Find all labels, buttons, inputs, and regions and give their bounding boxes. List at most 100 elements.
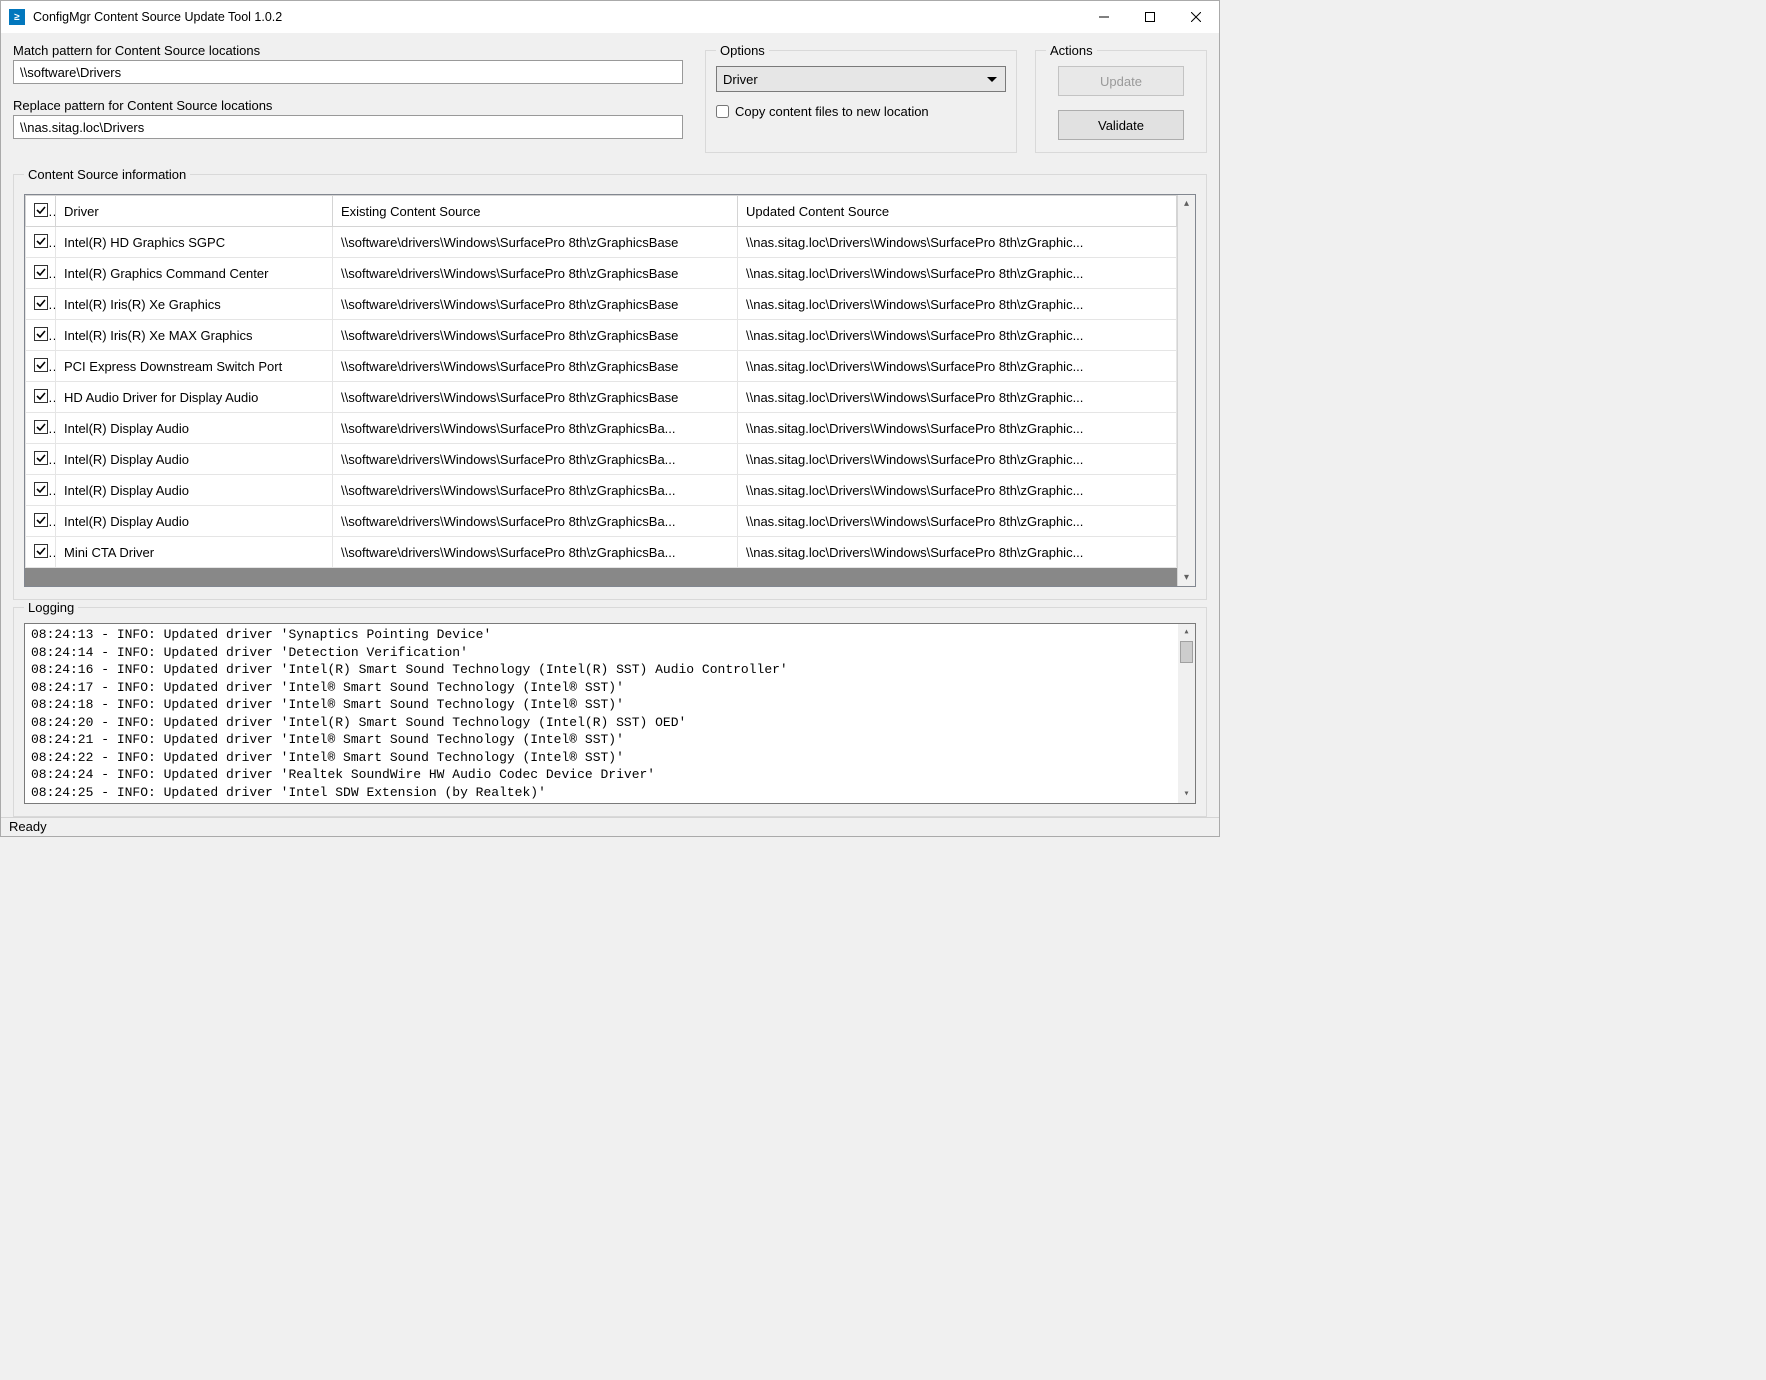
table-row[interactable]: Intel(R) Display Audio\\software\drivers… [26, 475, 1177, 506]
logging-legend: Logging [24, 600, 78, 615]
replace-pattern-input[interactable] [13, 115, 683, 139]
row-checkbox[interactable] [34, 420, 48, 434]
cell-existing: \\software\drivers\Windows\SurfacePro 8t… [333, 320, 738, 351]
cell-updated: \\nas.sitag.loc\Drivers\Windows\SurfaceP… [738, 537, 1177, 568]
cell-driver: Intel(R) Graphics Command Center [56, 258, 333, 289]
row-checkbox[interactable] [34, 327, 48, 341]
maximize-icon [1145, 12, 1155, 22]
row-checkbox-cell[interactable] [26, 227, 56, 258]
log-scrollbar[interactable]: ▴ ▾ [1178, 624, 1195, 803]
copy-content-checkbox[interactable] [716, 105, 729, 118]
row-checkbox[interactable] [34, 544, 48, 558]
content-source-legend: Content Source information [24, 167, 190, 182]
close-button[interactable] [1173, 1, 1219, 33]
row-checkbox-cell[interactable] [26, 537, 56, 568]
row-checkbox-cell[interactable] [26, 289, 56, 320]
table-row[interactable]: Mini CTA Driver\\software\drivers\Window… [26, 537, 1177, 568]
row-checkbox[interactable] [34, 265, 48, 279]
options-legend: Options [716, 43, 769, 58]
cell-updated: \\nas.sitag.loc\Drivers\Windows\SurfaceP… [738, 351, 1177, 382]
header-updated[interactable]: Updated Content Source [738, 196, 1177, 227]
content-grid: Driver Existing Content Source Updated C… [24, 194, 1196, 587]
copy-content-checkbox-row[interactable]: Copy content files to new location [716, 104, 1006, 119]
log-textarea[interactable]: 08:24:13 - INFO: Updated driver 'Synapti… [24, 623, 1196, 804]
cell-driver: Intel(R) Display Audio [56, 444, 333, 475]
row-checkbox-cell[interactable] [26, 413, 56, 444]
cell-driver: Mini CTA Driver [56, 537, 333, 568]
row-checkbox[interactable] [34, 234, 48, 248]
match-pattern-label: Match pattern for Content Source locatio… [13, 43, 687, 58]
row-checkbox[interactable] [34, 451, 48, 465]
table-row[interactable]: Intel(R) Iris(R) Xe Graphics\\software\d… [26, 289, 1177, 320]
titlebar[interactable]: ≥ ConfigMgr Content Source Update Tool 1… [1, 1, 1219, 33]
row-checkbox-cell[interactable] [26, 320, 56, 351]
cell-updated: \\nas.sitag.loc\Drivers\Windows\SurfaceP… [738, 227, 1177, 258]
row-checkbox[interactable] [34, 296, 48, 310]
log-scroll-down-icon[interactable]: ▾ [1178, 786, 1195, 803]
actions-group: Actions Update Validate [1035, 43, 1207, 153]
cell-driver: Intel(R) Display Audio [56, 506, 333, 537]
row-checkbox[interactable] [34, 482, 48, 496]
table-row[interactable]: Intel(R) Display Audio\\software\drivers… [26, 506, 1177, 537]
table-row[interactable]: Intel(R) HD Graphics SGPC\\software\driv… [26, 227, 1177, 258]
header-driver[interactable]: Driver [56, 196, 333, 227]
cell-updated: \\nas.sitag.loc\Drivers\Windows\SurfaceP… [738, 475, 1177, 506]
row-checkbox-cell[interactable] [26, 382, 56, 413]
row-checkbox-cell[interactable] [26, 506, 56, 537]
match-pattern-input[interactable] [13, 60, 683, 84]
status-bar: Ready [1, 817, 1219, 836]
log-scroll-thumb[interactable] [1180, 641, 1193, 663]
row-checkbox[interactable] [34, 389, 48, 403]
cell-existing: \\software\drivers\Windows\SurfacePro 8t… [333, 289, 738, 320]
table-row[interactable]: Intel(R) Display Audio\\software\drivers… [26, 444, 1177, 475]
table-row[interactable]: PCI Express Downstream Switch Port\\soft… [26, 351, 1177, 382]
log-scroll-up-icon[interactable]: ▴ [1178, 624, 1195, 641]
scroll-up-icon[interactable]: ▴ [1178, 195, 1195, 212]
cell-updated: \\nas.sitag.loc\Drivers\Windows\SurfaceP… [738, 320, 1177, 351]
cell-existing: \\software\drivers\Windows\SurfacePro 8t… [333, 382, 738, 413]
cell-driver: HD Audio Driver for Display Audio [56, 382, 333, 413]
maximize-button[interactable] [1127, 1, 1173, 33]
status-text: Ready [9, 819, 47, 834]
validate-button[interactable]: Validate [1058, 110, 1184, 140]
scroll-down-icon[interactable]: ▾ [1178, 569, 1195, 586]
table-row[interactable]: Intel(R) Iris(R) Xe MAX Graphics\\softwa… [26, 320, 1177, 351]
window-controls [1081, 1, 1219, 33]
row-checkbox-cell[interactable] [26, 444, 56, 475]
minimize-icon [1099, 12, 1109, 22]
grid-scrollbar[interactable]: ▴ ▾ [1177, 195, 1195, 586]
row-checkbox-cell[interactable] [26, 351, 56, 382]
options-group: Options Driver Copy content files to new… [705, 43, 1017, 153]
cell-existing: \\software\drivers\Windows\SurfacePro 8t… [333, 537, 738, 568]
select-all-checkbox[interactable] [34, 203, 48, 217]
cell-updated: \\nas.sitag.loc\Drivers\Windows\SurfaceP… [738, 382, 1177, 413]
header-existing[interactable]: Existing Content Source [333, 196, 738, 227]
cell-existing: \\software\drivers\Windows\SurfacePro 8t… [333, 475, 738, 506]
content-type-select[interactable]: Driver [716, 66, 1006, 92]
row-checkbox[interactable] [34, 358, 48, 372]
table-row[interactable]: Intel(R) Display Audio\\software\drivers… [26, 413, 1177, 444]
logging-group: Logging 08:24:13 - INFO: Updated driver … [13, 600, 1207, 817]
row-checkbox-cell[interactable] [26, 258, 56, 289]
log-text: 08:24:13 - INFO: Updated driver 'Synapti… [31, 626, 1174, 801]
cell-existing: \\software\drivers\Windows\SurfacePro 8t… [333, 413, 738, 444]
actions-legend: Actions [1046, 43, 1097, 58]
row-checkbox-cell[interactable] [26, 475, 56, 506]
cell-updated: \\nas.sitag.loc\Drivers\Windows\SurfaceP… [738, 506, 1177, 537]
scroll-track[interactable] [1178, 212, 1195, 569]
cell-driver: Intel(R) Iris(R) Xe Graphics [56, 289, 333, 320]
window: ≥ ConfigMgr Content Source Update Tool 1… [0, 0, 1220, 837]
cell-updated: \\nas.sitag.loc\Drivers\Windows\SurfaceP… [738, 413, 1177, 444]
cell-driver: Intel(R) HD Graphics SGPC [56, 227, 333, 258]
row-checkbox[interactable] [34, 513, 48, 527]
minimize-button[interactable] [1081, 1, 1127, 33]
cell-existing: \\software\drivers\Windows\SurfacePro 8t… [333, 444, 738, 475]
cell-driver: Intel(R) Display Audio [56, 413, 333, 444]
table-row[interactable]: Intel(R) Graphics Command Center\\softwa… [26, 258, 1177, 289]
log-scroll-track[interactable] [1178, 641, 1195, 786]
header-checkbox-cell[interactable] [26, 196, 56, 227]
table-row[interactable]: HD Audio Driver for Display Audio\\softw… [26, 382, 1177, 413]
update-button[interactable]: Update [1058, 66, 1184, 96]
cell-existing: \\software\drivers\Windows\SurfacePro 8t… [333, 506, 738, 537]
cell-updated: \\nas.sitag.loc\Drivers\Windows\SurfaceP… [738, 444, 1177, 475]
